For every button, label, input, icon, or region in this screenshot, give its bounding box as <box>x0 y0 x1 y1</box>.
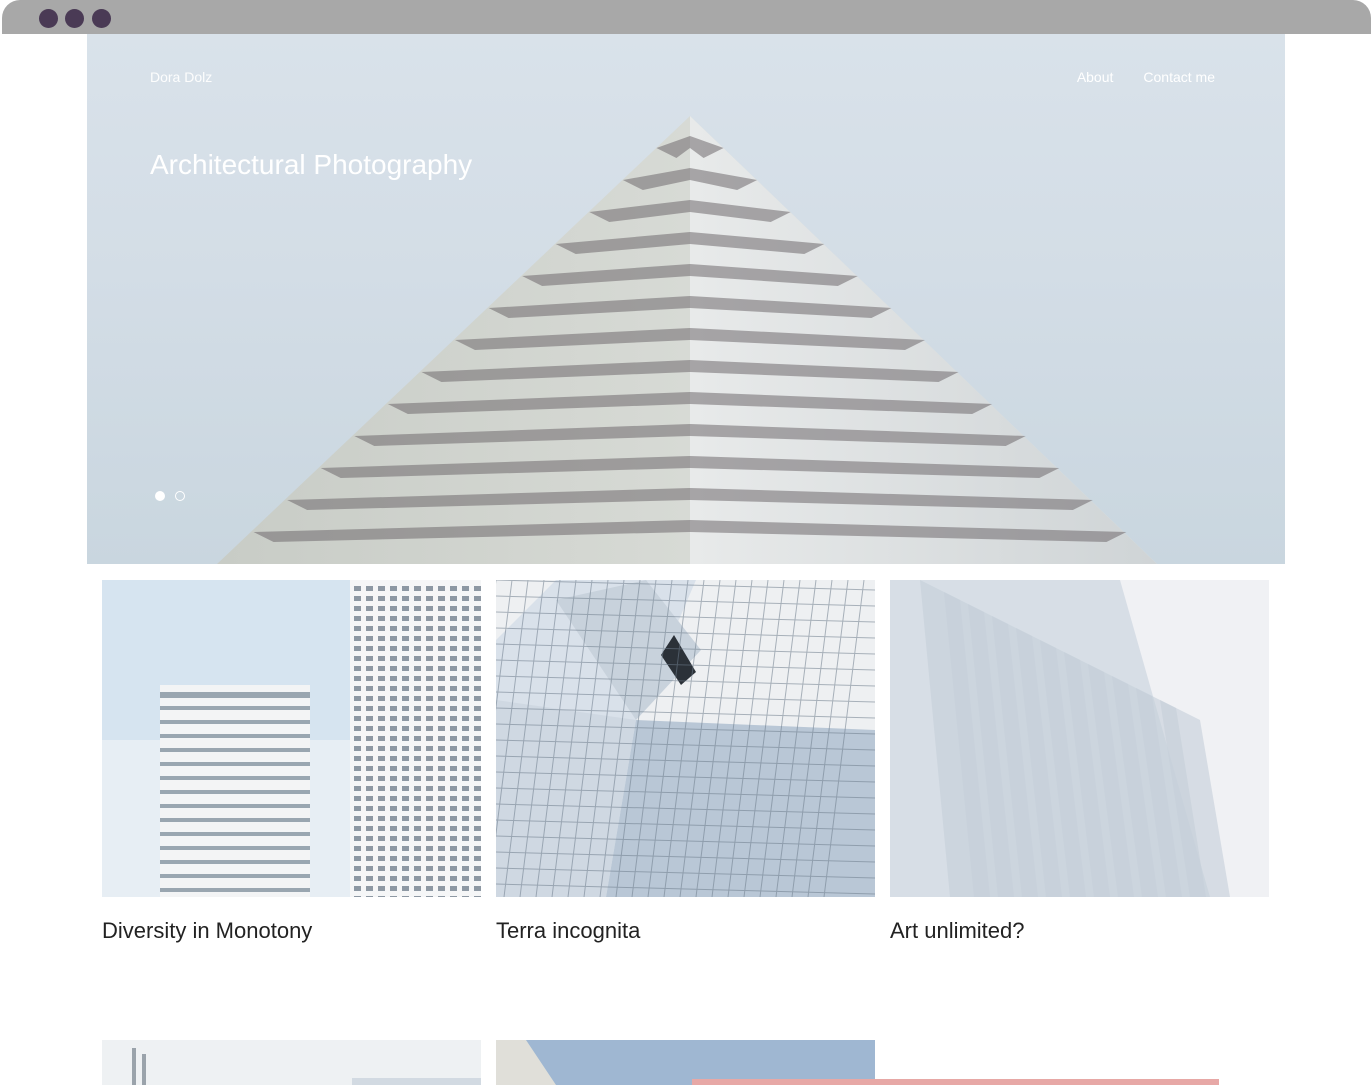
window-close-dot[interactable] <box>39 9 58 28</box>
gallery-card-title[interactable]: Terra incognita <box>496 918 875 944</box>
window-maximize-dot[interactable] <box>92 9 111 28</box>
gallery-card[interactable]: Diversity in Monotony <box>102 580 481 944</box>
top-nav: About Contact me <box>1077 69 1215 85</box>
slider-pagination <box>155 491 185 501</box>
window-minimize-dot[interactable] <box>65 9 84 28</box>
gallery-card-image[interactable] <box>496 580 875 897</box>
gallery-card[interactable]: Art unlimited? <box>890 580 1269 944</box>
slider-dot-1[interactable] <box>155 491 165 501</box>
gallery-card-image[interactable] <box>692 1079 1219 1085</box>
hero-title: Architectural Photography <box>150 149 473 180</box>
gallery-card-image[interactable] <box>890 580 1269 897</box>
slider-dot-2[interactable] <box>175 491 185 501</box>
browser-window-bar <box>2 0 1371 34</box>
gallery-card[interactable]: Terra incognita <box>496 580 875 944</box>
gallery-card-image[interactable] <box>102 1040 481 1085</box>
site-brand[interactable]: Dora Dolz <box>150 69 212 85</box>
hero-banner: Dora Dolz About Contact me Architectural… <box>87 34 1285 564</box>
gallery-card-title[interactable]: Diversity in Monotony <box>102 918 481 944</box>
gallery-card-image[interactable] <box>102 580 481 897</box>
nav-about-link[interactable]: About <box>1077 69 1114 85</box>
nav-contact-link[interactable]: Contact me <box>1143 69 1215 85</box>
hero-building-image <box>217 116 1157 564</box>
gallery-card-title[interactable]: Art unlimited? <box>890 918 1269 944</box>
